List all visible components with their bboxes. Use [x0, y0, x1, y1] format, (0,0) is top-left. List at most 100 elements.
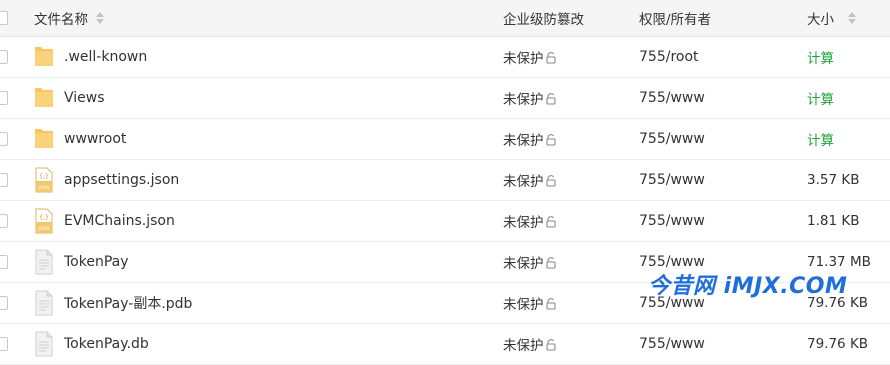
- file-icon: [34, 249, 54, 275]
- table-row[interactable]: .well-known 未保护 755/root 计算: [0, 37, 890, 78]
- file-name[interactable]: TokenPay: [64, 254, 129, 270]
- protection-status: 未保护: [503, 174, 544, 190]
- unlock-icon[interactable]: [545, 174, 557, 191]
- protection-status: 未保护: [503, 92, 544, 108]
- size-cell[interactable]: 计算: [807, 78, 834, 118]
- row-select-cell: [0, 201, 14, 241]
- row-select-cell: [0, 242, 14, 282]
- permission-value[interactable]: 755/www: [639, 131, 705, 147]
- row-select-cell: [0, 283, 14, 323]
- unlock-icon[interactable]: [545, 297, 557, 314]
- sort-icon[interactable]: [848, 12, 856, 24]
- table-row[interactable]: {;} JSON EVMChains.json 未保护 755/www 1.81 KB: [0, 201, 890, 242]
- calculate-size-link[interactable]: 计算: [807, 129, 834, 149]
- file-name[interactable]: TokenPay-副本.pdb: [64, 293, 192, 313]
- folder-icon: [34, 44, 54, 70]
- file-name-cell[interactable]: TokenPay.db: [34, 324, 149, 364]
- size-cell: 79.76 KB: [807, 324, 868, 364]
- size-cell[interactable]: 计算: [807, 37, 834, 77]
- protection-status: 未保护: [503, 215, 544, 231]
- file-name[interactable]: EVMChains.json: [64, 213, 175, 229]
- unlock-icon[interactable]: [545, 215, 557, 232]
- permission-cell[interactable]: 755/www: [639, 324, 705, 364]
- protection-cell: 未保护: [503, 78, 557, 118]
- unlock-icon[interactable]: [545, 92, 557, 109]
- file-name-cell[interactable]: wwwroot: [34, 119, 126, 159]
- size-cell[interactable]: 计算: [807, 119, 834, 159]
- json-file-icon: {;} JSON: [34, 167, 54, 193]
- permission-cell[interactable]: 755/root: [639, 37, 699, 77]
- table-row[interactable]: {;} JSON appsettings.json 未保护 755/www 3.57 KB: [0, 160, 890, 201]
- row-select-cell: [0, 324, 14, 364]
- file-name[interactable]: .well-known: [64, 49, 147, 65]
- permission-value[interactable]: 755/www: [639, 336, 705, 352]
- permission-cell[interactable]: 755/www: [639, 119, 705, 159]
- folder-icon: [34, 126, 54, 152]
- file-name-cell[interactable]: {;} JSON EVMChains.json: [34, 201, 175, 241]
- row-checkbox[interactable]: [0, 173, 8, 187]
- file-table: 文件名称 企业级防篡改 权限/所有者 大小 .well-known 未保护 755/…: [0, 0, 890, 365]
- permission-cell[interactable]: 755/www: [639, 160, 705, 200]
- header-name[interactable]: 文件名称: [34, 0, 104, 36]
- row-checkbox[interactable]: [0, 255, 8, 269]
- file-name[interactable]: appsettings.json: [64, 172, 179, 188]
- header-permission: 权限/所有者: [639, 0, 711, 36]
- svg-text:{;}: {;}: [39, 214, 49, 221]
- table-row[interactable]: wwwroot 未保护 755/www 计算: [0, 119, 890, 160]
- protection-cell: 未保护: [503, 283, 557, 323]
- file-name[interactable]: wwwroot: [64, 131, 126, 147]
- file-name[interactable]: TokenPay.db: [64, 336, 149, 352]
- protection-status: 未保护: [503, 256, 544, 272]
- file-icon: [34, 331, 54, 357]
- row-checkbox[interactable]: [0, 91, 8, 105]
- protection-status: 未保护: [503, 133, 544, 149]
- protection-status: 未保护: [503, 297, 544, 313]
- size-cell: 1.81 KB: [807, 201, 859, 241]
- table-row[interactable]: TokenPay.db 未保护 755/www 79.76 KB: [0, 324, 890, 365]
- svg-text:JSON: JSON: [37, 226, 49, 232]
- row-select-cell: [0, 160, 14, 200]
- select-all-checkbox[interactable]: [0, 11, 8, 25]
- unlock-icon[interactable]: [545, 256, 557, 273]
- table-header: 文件名称 企业级防篡改 权限/所有者 大小: [0, 0, 890, 37]
- protection-cell: 未保护: [503, 242, 557, 282]
- file-name-cell[interactable]: Views: [34, 78, 105, 118]
- protection-cell: 未保护: [503, 324, 557, 364]
- permission-value[interactable]: 755/root: [639, 49, 699, 65]
- permission-cell[interactable]: 755/www: [639, 201, 705, 241]
- file-name-cell[interactable]: {;} JSON appsettings.json: [34, 160, 179, 200]
- header-protection: 企业级防篡改: [503, 0, 584, 36]
- row-select-cell: [0, 37, 14, 77]
- row-select-cell: [0, 119, 14, 159]
- protection-status: 未保护: [503, 338, 544, 354]
- table-body: .well-known 未保护 755/root 计算 Views 未保护 755/www 计…: [0, 37, 890, 365]
- file-name-cell[interactable]: TokenPay-副本.pdb: [34, 283, 192, 323]
- header-size-label: 大小: [807, 12, 834, 28]
- unlock-icon[interactable]: [545, 51, 557, 68]
- json-file-icon: {;} JSON: [34, 208, 54, 234]
- sort-icon[interactable]: [96, 12, 104, 24]
- permission-value[interactable]: 755/www: [639, 172, 705, 188]
- protection-status: 未保护: [503, 51, 544, 67]
- file-name-cell[interactable]: TokenPay: [34, 242, 129, 282]
- folder-icon: [34, 85, 54, 111]
- permission-value[interactable]: 755/www: [639, 213, 705, 229]
- calculate-size-link[interactable]: 计算: [807, 88, 834, 108]
- row-checkbox[interactable]: [0, 337, 8, 351]
- unlock-icon[interactable]: [545, 133, 557, 150]
- header-size[interactable]: 大小: [807, 0, 856, 36]
- permission-value[interactable]: 755/www: [639, 90, 705, 106]
- calculate-size-link[interactable]: 计算: [807, 47, 834, 67]
- file-name-cell[interactable]: .well-known: [34, 37, 147, 77]
- table-row[interactable]: Views 未保护 755/www 计算: [0, 78, 890, 119]
- file-name[interactable]: Views: [64, 90, 105, 106]
- row-checkbox[interactable]: [0, 214, 8, 228]
- svg-text:JSON: JSON: [37, 185, 49, 191]
- row-checkbox[interactable]: [0, 132, 8, 146]
- row-checkbox[interactable]: [0, 50, 8, 64]
- row-checkbox[interactable]: [0, 296, 8, 310]
- permission-cell[interactable]: 755/www: [639, 78, 705, 118]
- unlock-icon[interactable]: [545, 338, 557, 355]
- select-all-cell: [0, 0, 14, 36]
- row-select-cell: [0, 78, 14, 118]
